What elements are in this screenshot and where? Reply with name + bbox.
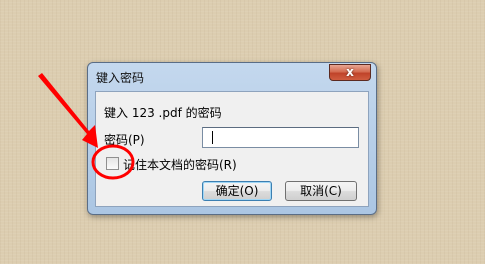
password-label: 密码(P) (104, 133, 145, 147)
password-input[interactable] (202, 127, 359, 148)
ok-button[interactable]: 确定(O) (202, 181, 272, 201)
dialog-body: 键入 123 .pdf 的密码 密码(P) 记住本文档的密码(R) 确定(O) … (95, 91, 369, 207)
dialog-title: 键入密码 (96, 71, 145, 85)
title-bar[interactable]: 键入密码 x (88, 63, 376, 89)
text-caret (212, 131, 213, 144)
remember-password-label[interactable]: 记住本文档的密码(R) (123, 156, 237, 173)
password-prompt: 键入 123 .pdf 的密码 (104, 106, 222, 120)
cancel-button[interactable]: 取消(C) (285, 181, 357, 201)
close-button[interactable]: x (329, 64, 371, 81)
password-dialog: 键入密码 x 键入 123 .pdf 的密码 密码(P) 记住本文档的密码(R)… (87, 62, 377, 215)
remember-password-checkbox[interactable] (106, 157, 119, 170)
close-icon: x (346, 65, 354, 79)
